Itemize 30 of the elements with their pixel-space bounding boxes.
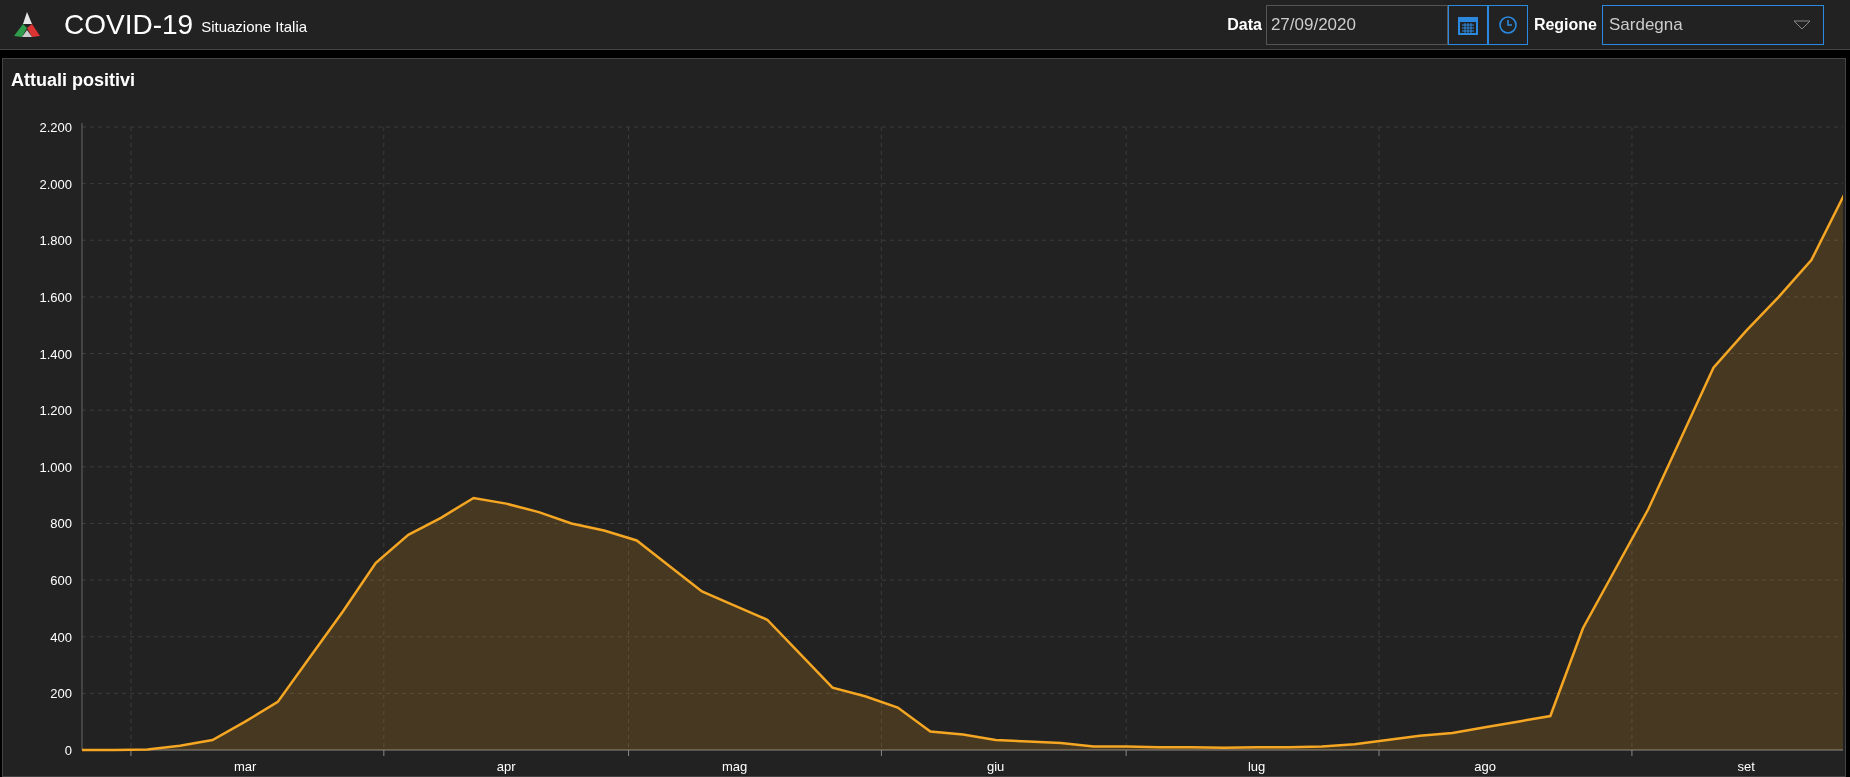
y-axis-label: 1.200 bbox=[39, 403, 72, 419]
panel-title: Attuali positivi bbox=[10, 69, 136, 92]
x-axis-label: lug bbox=[1248, 759, 1266, 774]
x-axis-label: ago bbox=[1474, 759, 1496, 774]
x-axis-label: apr bbox=[496, 759, 516, 774]
calendar-button[interactable] bbox=[1447, 4, 1488, 45]
app-subtitle: Situazione Italia bbox=[201, 17, 308, 38]
y-axis-label: 600 bbox=[50, 573, 72, 589]
y-axis-label: 1.600 bbox=[39, 289, 72, 305]
region-label: Regione bbox=[1533, 14, 1597, 35]
app-title: COVID-19 bbox=[64, 10, 194, 39]
y-axis-label: 2.000 bbox=[39, 176, 72, 192]
y-axis-label: 1.800 bbox=[39, 233, 72, 249]
y-axis-label: 1.400 bbox=[39, 346, 72, 362]
caret-icon bbox=[1793, 19, 1811, 30]
clock-icon bbox=[1497, 14, 1518, 35]
x-axis-label: giu bbox=[986, 759, 1005, 774]
x-axis-label: mar bbox=[233, 759, 257, 774]
y-axis-label: 1.000 bbox=[39, 459, 72, 475]
x-axis-label: set bbox=[1737, 759, 1755, 774]
y-axis-label: 200 bbox=[50, 686, 72, 702]
y-axis-label: 800 bbox=[50, 516, 72, 532]
date-label: Data bbox=[1227, 14, 1262, 35]
date-field[interactable]: 27/09/2020 bbox=[1265, 4, 1448, 45]
y-axis-label: 0 bbox=[64, 743, 72, 758]
x-axis-label: mag bbox=[721, 759, 748, 774]
y-axis-label: 400 bbox=[50, 629, 72, 645]
y-axis-label: 2.200 bbox=[39, 120, 72, 135]
clock-button[interactable] bbox=[1487, 4, 1528, 45]
region-dropdown[interactable]: Sardegna bbox=[1602, 4, 1824, 45]
